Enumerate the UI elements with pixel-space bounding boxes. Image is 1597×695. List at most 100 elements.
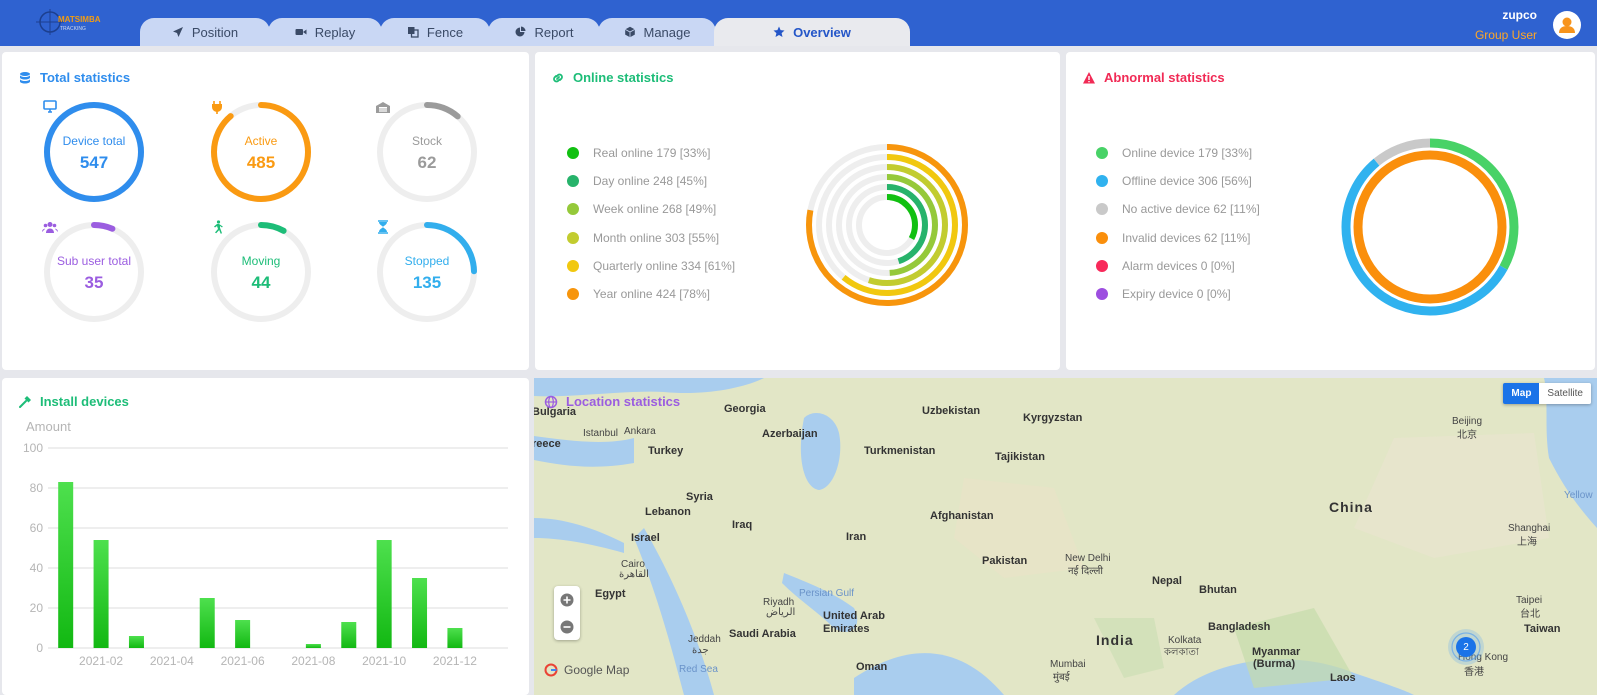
- map-place-label: Persian Gulf: [799, 588, 855, 599]
- x-tick-label: 2021-08: [291, 654, 335, 668]
- bar[interactable]: [376, 540, 392, 648]
- zoom-out-button[interactable]: [554, 613, 580, 640]
- y-tick-label: 60: [30, 521, 44, 535]
- legend-item[interactable]: Online device 179 [33%]: [1096, 139, 1260, 167]
- legend-item[interactable]: No active device 62 [11%]: [1096, 195, 1260, 223]
- bar[interactable]: [93, 540, 109, 648]
- abnormal-legend: Online device 179 [33%] Offline device 30…: [1096, 139, 1260, 308]
- map-place-label: Oman: [856, 661, 888, 673]
- user-role: Group User: [1474, 28, 1537, 42]
- total-stat-stopped[interactable]: Stopped 135: [375, 220, 479, 324]
- tab-report[interactable]: Report: [488, 18, 600, 46]
- online-radial-chart: [806, 144, 968, 306]
- total-stat-stock[interactable]: Stock 62: [375, 100, 479, 204]
- legend-item[interactable]: Alarm devices 0 [0%]: [1096, 252, 1260, 280]
- user-icon: [1559, 17, 1575, 33]
- tab-overview[interactable]: Overview: [714, 18, 910, 46]
- legend-item[interactable]: Invalid devices 62 [11%]: [1096, 224, 1260, 252]
- donut-inner-ring[interactable]: [1353, 150, 1507, 304]
- legend-dot: [567, 203, 579, 216]
- paper-plane-icon: [172, 27, 183, 37]
- map-place-label: Tajikistan: [995, 451, 1045, 463]
- legend-item[interactable]: Week online 268 [49%]: [567, 195, 735, 223]
- legend-item[interactable]: Offline device 306 [56%]: [1096, 167, 1260, 195]
- map-place-label: Bangladesh: [1208, 621, 1271, 633]
- map-place-label: Lebanon: [645, 506, 691, 518]
- zoom-in-button[interactable]: [554, 586, 580, 613]
- stat-label: Moving: [241, 253, 281, 268]
- map-place-label: नई दिल्ली: [1068, 566, 1104, 577]
- total-stat-moving[interactable]: Moving 44: [209, 220, 313, 324]
- bar[interactable]: [305, 644, 321, 648]
- bar[interactable]: [341, 622, 357, 648]
- stat-label: Active: [244, 133, 278, 148]
- plug-icon: [212, 101, 222, 114]
- avatar[interactable]: [1553, 11, 1581, 39]
- map-place-label: India: [1096, 632, 1134, 648]
- total-stat-active[interactable]: Active 485: [209, 100, 313, 204]
- panel-title-text: Abnormal statistics: [1104, 70, 1225, 85]
- x-tick-label: 2021-04: [150, 654, 194, 668]
- legend-item[interactable]: Real online 179 [33%]: [567, 139, 735, 167]
- bar[interactable]: [199, 598, 215, 648]
- map-place-label: Azerbaijan: [762, 428, 818, 440]
- map-type-map-button[interactable]: Map: [1503, 383, 1540, 404]
- tab-replay[interactable]: Replay: [268, 18, 382, 46]
- map-place-label: Afghanistan: [930, 510, 994, 522]
- bar[interactable]: [447, 628, 463, 648]
- map-place-label: Jeddah: [688, 634, 721, 645]
- legend-item[interactable]: Expiry device 0 [0%]: [1096, 280, 1260, 308]
- legend-label: No active device 62 [11%]: [1122, 202, 1260, 217]
- bar[interactable]: [235, 620, 251, 648]
- install-bar-chart: Amount 0 20 40 60 80 100 2021-02 2021-04 2021-06 2…: [23, 419, 508, 668]
- google-attribution[interactable]: Google Map: [544, 663, 629, 677]
- bar[interactable]: [128, 636, 144, 648]
- stat-value: 135: [412, 272, 442, 292]
- map-place-label: 台北: [1520, 609, 1540, 620]
- online-legend: Real online 179 [33%] Day online 248 [45%…: [567, 139, 735, 308]
- hourglass-icon: [378, 220, 388, 234]
- map-place-label: Iran: [846, 531, 867, 543]
- stat-label: Stopped: [404, 253, 450, 268]
- legend-label: Week online 268 [49%]: [593, 202, 717, 217]
- abnormal-donut-chart: [1341, 138, 1519, 316]
- map-place-label: Turkey: [648, 445, 684, 457]
- legend-label: Offline device 306 [56%]: [1122, 174, 1252, 189]
- map-place-label: Kyrgyzstan: [1023, 412, 1083, 424]
- tab-manage[interactable]: Manage: [598, 18, 716, 46]
- total-stat-sub-user-total[interactable]: Sub user total 35: [42, 220, 146, 324]
- user-info[interactable]: zupco Group User: [1475, 8, 1537, 42]
- map-type-satellite-button[interactable]: Satellite: [1539, 383, 1591, 404]
- map-place-label: Syria: [686, 491, 713, 503]
- legend-item[interactable]: Day online 248 [45%]: [567, 167, 735, 195]
- users-icon: [42, 222, 58, 233]
- total-stat-device-total[interactable]: Device total 547: [42, 100, 146, 204]
- tab-position[interactable]: Position: [140, 18, 270, 46]
- legend-dot: [567, 288, 579, 301]
- map-place-label: 北京: [1457, 430, 1477, 441]
- tab-fence[interactable]: Fence: [380, 18, 490, 46]
- bar[interactable]: [58, 482, 74, 648]
- logo-subtext: TRACKING: [60, 26, 86, 32]
- online-statistics-panel: Online statistics Real online 179 [33%] D…: [535, 52, 1060, 370]
- device-cluster-marker[interactable]: 2: [1447, 628, 1485, 666]
- y-tick-label: 20: [30, 601, 44, 615]
- legend-item[interactable]: Year online 424 [78%]: [567, 280, 735, 308]
- legend-dot: [1096, 147, 1108, 160]
- map-place-label: Red Sea: [679, 664, 718, 675]
- legend-label: Online device 179 [33%]: [1122, 146, 1253, 161]
- location-map[interactable]: Bulgaria Georgia Uzbekistan Kyrgyzstan Istan…: [534, 378, 1597, 695]
- legend-dot: [567, 147, 579, 160]
- map-place-label: मुंबई: [1053, 672, 1070, 683]
- monitor-icon: [43, 100, 57, 113]
- map-place-label: Pakistan: [982, 555, 1028, 567]
- map-place-label: Taiwan: [1524, 623, 1561, 635]
- panel-title: Abnormal statistics: [1082, 70, 1225, 85]
- legend-item[interactable]: Month online 303 [55%]: [567, 224, 735, 252]
- y-tick-label: 0: [36, 641, 43, 655]
- bar[interactable]: [412, 578, 428, 648]
- company-logo[interactable]: MATSIMBA TRACKING: [32, 8, 112, 38]
- warning-icon: [1083, 71, 1095, 83]
- legend-item[interactable]: Quarterly online 334 [61%]: [567, 252, 735, 280]
- y-tick-label: 40: [30, 561, 44, 575]
